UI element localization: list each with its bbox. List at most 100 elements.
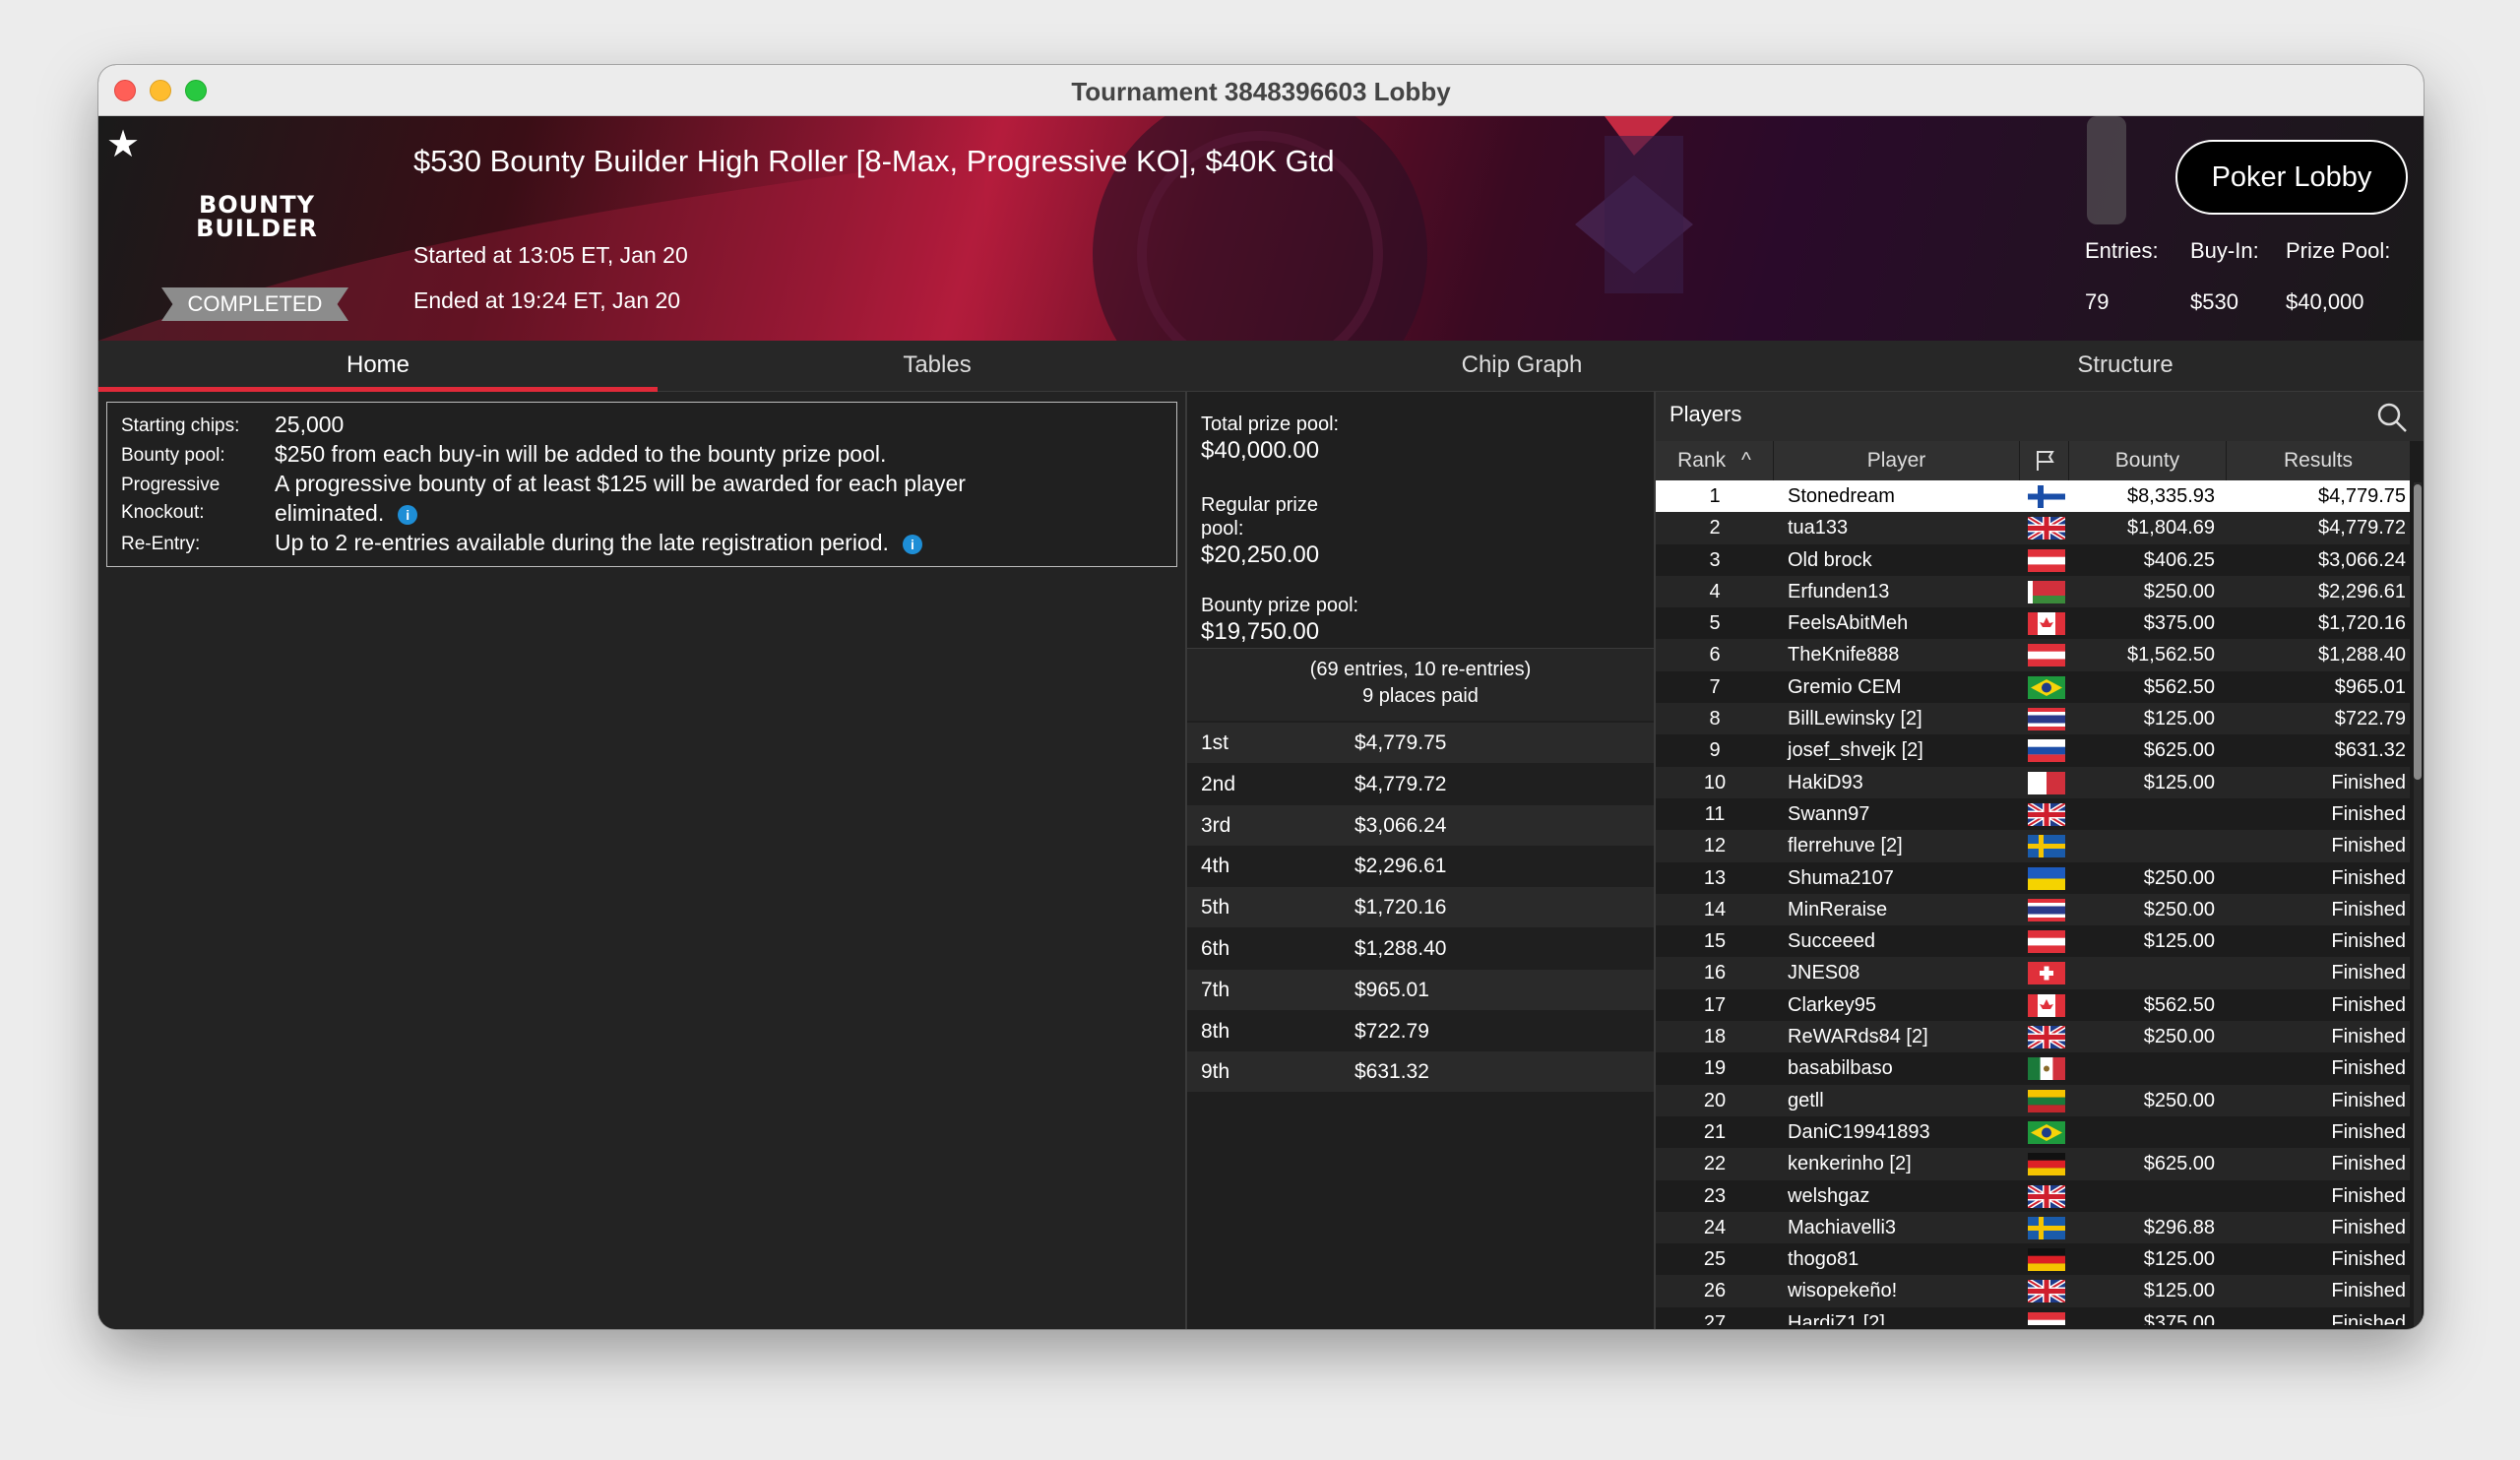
player-row[interactable]: 9 josef_shvejk [2] $625.00 $631.32 — [1656, 734, 2410, 766]
player-name: FeelsAbitMeh — [1788, 612, 1909, 635]
player-result: $631.32 — [2334, 739, 2406, 762]
payout-row: 3rd $3,066.24 — [1187, 804, 1654, 846]
player-rank: 23 — [1703, 1184, 1727, 1207]
player-rank: 25 — [1703, 1248, 1727, 1271]
player-row[interactable]: 6 TheKnife888 $1,562.50 $1,288.40 — [1656, 639, 2410, 671]
reentry-info-icon[interactable]: i — [902, 534, 922, 554]
player-name: Old brock — [1788, 548, 1872, 571]
player-row[interactable]: 18 ReWARds84 [2] $250.00 Finished — [1656, 1021, 2410, 1053]
player-result: $2,296.61 — [2318, 580, 2406, 603]
payout-amount: $631.32 — [1354, 1060, 1429, 1084]
player-row[interactable]: 12 flerrehuve [2] Finished — [1656, 830, 2410, 862]
player-row[interactable]: 17 Clarkey95 $562.50 Finished — [1656, 989, 2410, 1021]
player-row[interactable]: 11 Swann97 Finished — [1656, 798, 2410, 830]
search-icon[interactable] — [2376, 402, 2408, 433]
player-bounty: $1,562.50 — [2127, 644, 2215, 667]
flag-column-header[interactable] — [2020, 441, 2069, 480]
player-name: kenkerinho [2] — [1788, 1153, 1912, 1175]
player-result: Finished — [2331, 1153, 2406, 1175]
prizepool-label: Prize Pool: — [2286, 238, 2391, 263]
player-name: MinReraise — [1788, 898, 1888, 920]
players-title: Players — [1670, 402, 1742, 426]
payout-place: 3rd — [1201, 813, 1231, 837]
player-name: getll — [1788, 1089, 1824, 1111]
player-row[interactable]: 14 MinReraise $250.00 Finished — [1656, 893, 2410, 926]
tab-home[interactable]: Home — [98, 341, 658, 392]
player-bounty: $250.00 — [2143, 898, 2215, 920]
entries-summary: (69 entries, 10 re-entries) 9 places pai… — [1187, 648, 1654, 721]
player-row[interactable]: 23 welshgaz Finished — [1656, 1180, 2410, 1212]
player-row[interactable]: 4 Erfunden13 $250.00 $2,296.61 — [1656, 575, 2410, 608]
austria-flag-icon — [2028, 548, 2065, 572]
player-row[interactable]: 16 JNES08 Finished — [1656, 957, 2410, 989]
bounty-prize-value: $19,750.00 — [1201, 618, 1320, 645]
player-result: Finished — [2331, 898, 2406, 920]
poker-lobby-button[interactable]: Poker Lobby — [2175, 140, 2408, 215]
entries-value: 79 — [2085, 289, 2110, 314]
buyin-label: Buy-In: — [2190, 238, 2259, 263]
player-rank: 9 — [1709, 739, 1721, 762]
pko-info-icon[interactable]: i — [398, 504, 418, 525]
players-scroll-thumb[interactable] — [2414, 484, 2422, 780]
player-result: $965.01 — [2334, 675, 2406, 698]
player-row[interactable]: 27 HardiZ1 [2] $375.00 Finished — [1656, 1307, 2410, 1325]
reentry-value: Up to 2 re-entries available during the … — [275, 528, 922, 557]
results-column-header[interactable]: Results — [2227, 441, 2410, 480]
payout-place: 9th — [1201, 1060, 1230, 1084]
player-rank: 13 — [1703, 866, 1727, 889]
player-row[interactable]: 21 DaniC19941893 Finished — [1656, 1116, 2410, 1148]
player-name: Shuma2107 — [1788, 866, 1894, 889]
players-scrollbar[interactable] — [2414, 482, 2422, 1329]
payout-amount: $1,720.16 — [1354, 896, 1447, 920]
player-row[interactable]: 10 HakiD93 $125.00 Finished — [1656, 766, 2410, 798]
player-result: Finished — [2331, 962, 2406, 984]
payout-place: 5th — [1201, 896, 1230, 920]
player-bounty: $562.50 — [2143, 993, 2215, 1016]
player-row[interactable]: 2 tua133 $1,804.69 $4,779.72 — [1656, 512, 2410, 544]
player-result: Finished — [2331, 866, 2406, 889]
player-bounty: $296.88 — [2143, 1216, 2215, 1238]
tab-structure[interactable]: Structure — [1827, 341, 2424, 392]
player-row[interactable]: 8 BillLewinsky [2] $125.00 $722.79 — [1656, 703, 2410, 735]
tab-tables[interactable]: Tables — [658, 341, 1217, 392]
player-row[interactable]: 7 Gremio CEM $562.50 $965.01 — [1656, 671, 2410, 703]
player-name: welshgaz — [1788, 1184, 1870, 1207]
player-result: Finished — [2331, 1089, 2406, 1111]
payout-amount: $1,288.40 — [1354, 937, 1447, 960]
player-result: Finished — [2331, 771, 2406, 793]
player-row[interactable]: 13 Shuma2107 $250.00 Finished — [1656, 862, 2410, 894]
player-column-header[interactable]: Player — [1774, 441, 2020, 480]
player-result: $1,720.16 — [2318, 612, 2406, 635]
player-row[interactable]: 5 FeelsAbitMeh $375.00 $1,720.16 — [1656, 607, 2410, 639]
player-row[interactable]: 3 Old brock $406.25 $3,066.24 — [1656, 544, 2410, 576]
player-row[interactable]: 20 getll $250.00 Finished — [1656, 1084, 2410, 1116]
player-row[interactable]: 26 wisopekeño! $125.00 Finished — [1656, 1275, 2410, 1307]
uk-flag-icon — [2026, 1278, 2067, 1305]
status-badge: COMPLETED — [161, 287, 348, 321]
player-result: Finished — [2331, 1248, 2406, 1271]
player-row[interactable]: 19 basabilbaso Finished — [1656, 1052, 2410, 1084]
player-row[interactable]: 15 Succeeed $125.00 Finished — [1656, 925, 2410, 957]
player-name: BillLewinsky [2] — [1788, 708, 1922, 730]
player-rank: 6 — [1709, 644, 1721, 667]
player-result: Finished — [2331, 993, 2406, 1016]
favorite-star-icon[interactable]: ★ — [106, 122, 140, 166]
player-row[interactable]: 1 Stonedream $8,335.93 $4,779.75 — [1656, 480, 2410, 513]
player-rank: 16 — [1703, 962, 1727, 984]
player-result: Finished — [2331, 802, 2406, 825]
rank-column-header[interactable]: Rank ^ — [1656, 441, 1774, 480]
player-result: Finished — [2331, 1216, 2406, 1238]
payout-place: 2nd — [1201, 772, 1236, 795]
player-rank: 3 — [1709, 548, 1721, 571]
bounty-column-header[interactable]: Bounty — [2069, 441, 2227, 480]
players-header: Players — [1656, 392, 2424, 441]
player-result: $3,066.24 — [2318, 548, 2406, 571]
austria-flag-icon — [2028, 644, 2065, 667]
tab-chip-graph[interactable]: Chip Graph — [1217, 341, 1827, 392]
player-result: Finished — [2331, 930, 2406, 953]
player-row[interactable]: 24 Machiavelli3 $296.88 Finished — [1656, 1211, 2410, 1244]
canada-flag-icon — [2028, 612, 2065, 636]
player-row[interactable]: 25 thogo81 $125.00 Finished — [1656, 1243, 2410, 1275]
player-row[interactable]: 22 kenkerinho [2] $625.00 Finished — [1656, 1148, 2410, 1180]
uk-flag-icon — [2026, 800, 2067, 829]
